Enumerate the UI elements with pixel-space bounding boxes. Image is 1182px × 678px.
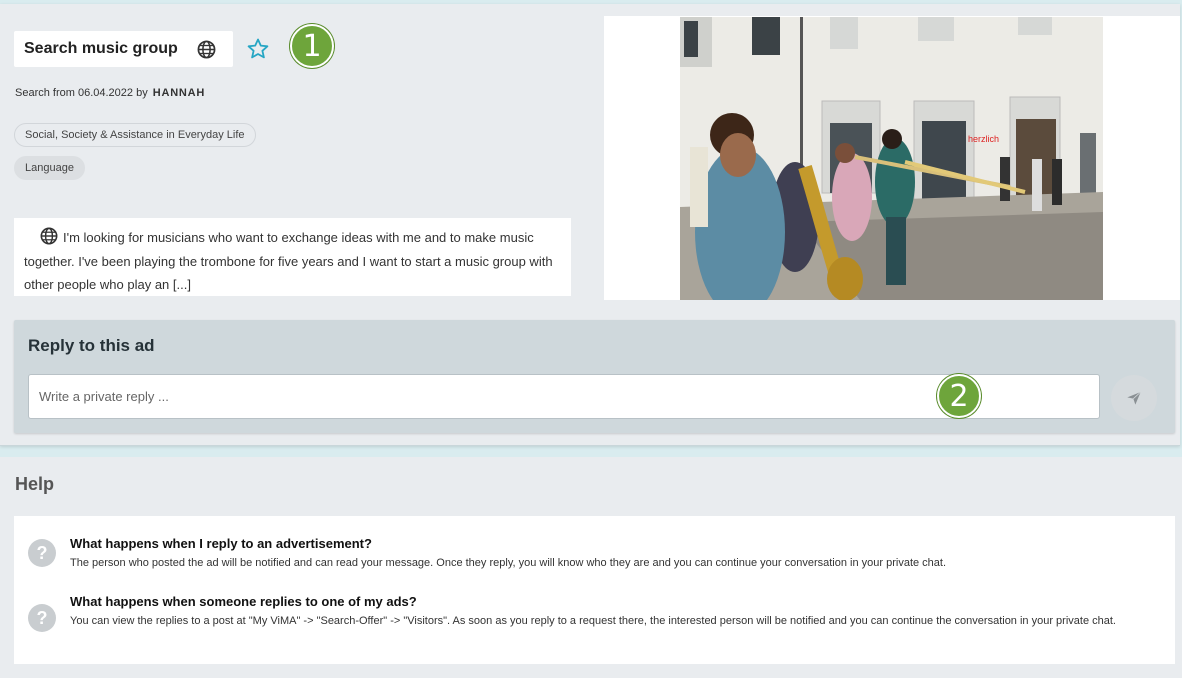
ad-meta: Search from 06.04.2022 by HANNAH [15,87,205,99]
send-button[interactable] [1111,375,1157,421]
help-section: Help ? What happens when I reply to an a… [0,457,1182,678]
callout-2: 2 [937,374,981,418]
ad-description-text: I'm looking for musicians who want to ex… [24,230,553,292]
ad-date: Search from 06.04.2022 by [15,87,148,99]
globe-icon [197,40,216,59]
send-icon [1127,391,1141,405]
ad-title-box: Search music group [14,31,233,67]
help-answer: The person who posted the ad will be not… [70,557,947,569]
help-answer: You can view the replies to a post at "M… [70,615,1116,627]
star-icon[interactable] [246,37,270,61]
help-question: What happens when someone replies to one… [70,594,417,609]
tag-chip[interactable]: Social, Society & Assistance in Everyday… [14,123,256,147]
question-icon: ? [28,539,56,567]
reply-panel: Reply to this ad [14,320,1175,433]
globe-icon [40,227,58,245]
callout-1: 1 [290,24,334,68]
help-title: Help [15,474,55,494]
ad-title: Search music group [24,40,178,57]
ad-card: Search music group 1 Search from 06.04.2… [0,4,1180,446]
ad-description: I'm looking for musicians who want to ex… [14,218,571,296]
question-icon: ? [28,604,56,632]
help-question: What happens when I reply to an advertis… [70,536,372,551]
ad-author: HANNAH [152,87,206,99]
ad-image-frame: herzlich [604,16,1180,300]
ad-photo[interactable]: herzlich [680,17,1103,300]
help-list: ? What happens when I reply to an advert… [14,516,1175,664]
svg-text:herzlich: herzlich [968,134,999,144]
reply-title: Reply to this ad [28,336,155,355]
tag-chip[interactable]: Language [14,156,85,180]
